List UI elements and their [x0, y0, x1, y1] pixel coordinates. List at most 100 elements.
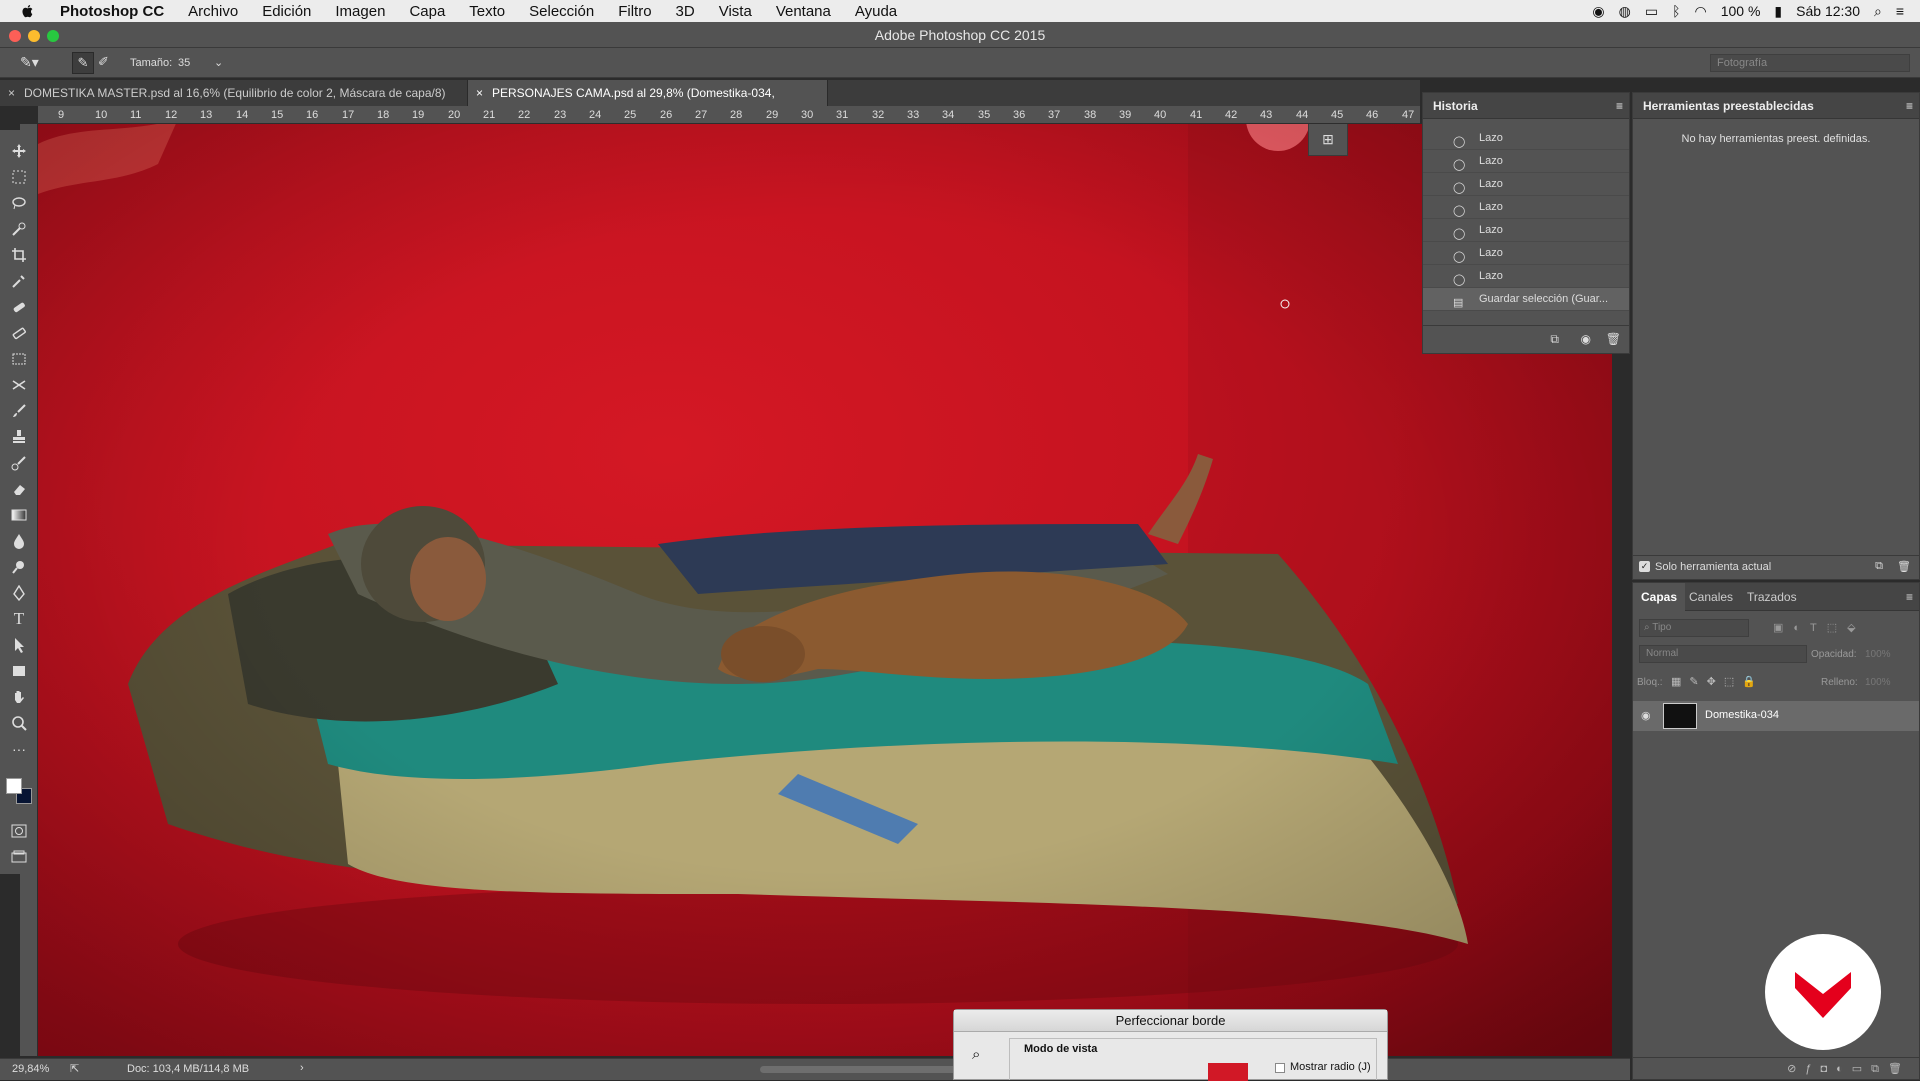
menu-texto[interactable]: Texto: [469, 3, 505, 20]
battery-percent[interactable]: 100 %: [1721, 3, 1761, 19]
erase-refinements-icon[interactable]: ✐: [98, 54, 109, 70]
status-menu-chevron-icon[interactable]: ›: [300, 1062, 304, 1074]
tab-personajes-cama[interactable]: × PERSONAJES CAMA.psd al 29,8% (Domestik…: [468, 80, 828, 126]
close-tab-icon[interactable]: ×: [8, 80, 15, 106]
pen-tool-icon[interactable]: [7, 582, 31, 604]
menu-filtro[interactable]: Filtro: [618, 3, 651, 20]
menu-ventana[interactable]: Ventana: [776, 3, 831, 20]
tab-canales[interactable]: Canales: [1689, 583, 1733, 611]
red-eye-tool-icon[interactable]: [7, 374, 31, 396]
minimize-window-button[interactable]: [28, 30, 40, 42]
menu-archivo[interactable]: Archivo: [188, 3, 238, 20]
menu-imagen[interactable]: Imagen: [335, 3, 385, 20]
navigator-mini-panel[interactable]: ⊞: [1308, 124, 1348, 156]
battery-icon[interactable]: ▮: [1774, 3, 1782, 20]
move-tool-icon[interactable]: [7, 140, 31, 162]
show-radius-checkbox[interactable]: [1275, 1063, 1285, 1073]
zoom-window-button[interactable]: [47, 30, 59, 42]
sync-icon[interactable]: ◍: [1619, 3, 1631, 20]
eraser-tool-icon[interactable]: [7, 478, 31, 500]
clock[interactable]: Sáb 12:30: [1796, 3, 1860, 19]
zoom-icon[interactable]: ⌕: [972, 1046, 980, 1063]
history-item[interactable]: ◯ Lazo: [1423, 173, 1629, 196]
doc-size[interactable]: Doc: 103,4 MB/114,8 MB: [127, 1063, 249, 1075]
view-mode-thumbnail[interactable]: [1208, 1063, 1248, 1081]
export-icon[interactable]: ⇱: [70, 1062, 79, 1075]
patch-tool-icon[interactable]: [7, 322, 31, 344]
history-item[interactable]: ◯ Lazo: [1423, 127, 1629, 150]
trash-icon[interactable]: 🗑: [1606, 332, 1621, 346]
ruler-horizontal[interactable]: 9 10 11 12 13 14 15 16 17 18 19 20 21 22…: [38, 106, 1420, 124]
color-swatches[interactable]: [4, 772, 34, 812]
layer-filter-select[interactable]: ⌕ Tipo: [1639, 619, 1749, 637]
foreground-color-swatch[interactable]: [6, 778, 22, 794]
brush-preset-icon[interactable]: ✎▾: [20, 54, 39, 71]
panel-menu-icon[interactable]: ≡: [1906, 93, 1913, 119]
menu-app-name[interactable]: Photoshop CC: [60, 3, 164, 20]
layer-filter-icons[interactable]: ▣◐T⬚⬙: [1773, 621, 1866, 634]
size-value[interactable]: 35: [178, 57, 190, 69]
quick-selection-tool-icon[interactable]: [7, 218, 31, 240]
fill-value[interactable]: 100%: [1865, 677, 1891, 688]
content-aware-move-icon[interactable]: [7, 348, 31, 370]
zoom-level[interactable]: 29,84%: [12, 1063, 49, 1075]
history-item[interactable]: ◯ Lazo: [1423, 242, 1629, 265]
menu-vista[interactable]: Vista: [719, 3, 752, 20]
eyedropper-tool-icon[interactable]: [7, 270, 31, 292]
list-icon[interactable]: ≡: [1896, 3, 1904, 19]
close-tab-icon[interactable]: ×: [476, 80, 483, 106]
screen-mode-icon[interactable]: [7, 846, 31, 868]
zoom-tool-icon[interactable]: [7, 712, 31, 734]
panel-menu-icon[interactable]: ≡: [1906, 583, 1913, 611]
layers-footer-icons[interactable]: ⊘ƒ◘◐▭⧉🗑: [1633, 1057, 1919, 1079]
refine-radius-tool-icon[interactable]: ✎: [72, 52, 94, 74]
blur-tool-icon[interactable]: [7, 530, 31, 552]
menu-3d[interactable]: 3D: [676, 3, 695, 20]
close-window-button[interactable]: [9, 30, 21, 42]
wifi-icon[interactable]: ◠: [1695, 3, 1707, 20]
marquee-tool-icon[interactable]: [7, 166, 31, 188]
history-panel-title[interactable]: Historia: [1433, 99, 1478, 113]
spot-healing-tool-icon[interactable]: [7, 296, 31, 318]
history-item[interactable]: ◯ Lazo: [1423, 150, 1629, 173]
tool-presets-title[interactable]: Herramientas preestablecidas: [1643, 99, 1814, 113]
record-icon[interactable]: ◉: [1592, 3, 1604, 20]
menu-seleccion[interactable]: Selección: [529, 3, 594, 20]
path-selection-tool-icon[interactable]: [7, 634, 31, 656]
shape-tool-icon[interactable]: [7, 660, 31, 682]
more-tools-icon[interactable]: ···: [7, 738, 31, 760]
refine-edge-title[interactable]: Perfeccionar borde: [954, 1010, 1387, 1032]
lasso-tool-icon[interactable]: [7, 192, 31, 214]
panel-menu-icon[interactable]: ≡: [1616, 93, 1623, 119]
gradient-tool-icon[interactable]: [7, 504, 31, 526]
type-tool-icon[interactable]: T: [7, 608, 31, 630]
menu-ayuda[interactable]: Ayuda: [855, 3, 897, 20]
layer-row[interactable]: ◉ Domestika-034: [1633, 701, 1919, 731]
bluetooth-icon[interactable]: ᛒ: [1672, 3, 1680, 19]
tab-capas[interactable]: Capas: [1633, 583, 1686, 611]
history-item-active[interactable]: ▤ Guardar selección (Guar...: [1423, 288, 1629, 311]
tab-trazados[interactable]: Trazados: [1747, 583, 1797, 611]
new-document-from-state-icon[interactable]: ⧉: [1550, 332, 1559, 347]
brush-tool-icon[interactable]: [7, 400, 31, 422]
hand-tool-icon[interactable]: [7, 686, 31, 708]
current-tool-only-checkbox[interactable]: ✓: [1639, 561, 1650, 572]
opacity-value[interactable]: 100%: [1865, 649, 1891, 660]
history-brush-tool-icon[interactable]: [7, 452, 31, 474]
workspace-select[interactable]: Fotografía: [1710, 54, 1910, 72]
camera-snapshot-icon[interactable]: ◉: [1581, 332, 1591, 346]
layer-name[interactable]: Domestika-034: [1705, 709, 1779, 721]
blend-mode-select[interactable]: Normal: [1639, 645, 1807, 663]
menu-capa[interactable]: Capa: [409, 3, 445, 20]
search-icon[interactable]: ⌕: [1874, 3, 1882, 20]
history-item[interactable]: ◯ Lazo: [1423, 219, 1629, 242]
quick-mask-icon[interactable]: [7, 820, 31, 842]
trash-icon[interactable]: 🗑: [1897, 560, 1911, 573]
clone-stamp-tool-icon[interactable]: [7, 426, 31, 448]
document-canvas[interactable]: ⊞: [38, 124, 1612, 1056]
dodge-tool-icon[interactable]: [7, 556, 31, 578]
new-preset-icon[interactable]: ⧉: [1875, 560, 1883, 573]
size-dropdown-icon[interactable]: ⌄: [214, 56, 223, 69]
eye-visibility-icon[interactable]: ◉: [1641, 709, 1651, 722]
history-item[interactable]: ◯ Lazo: [1423, 265, 1629, 288]
